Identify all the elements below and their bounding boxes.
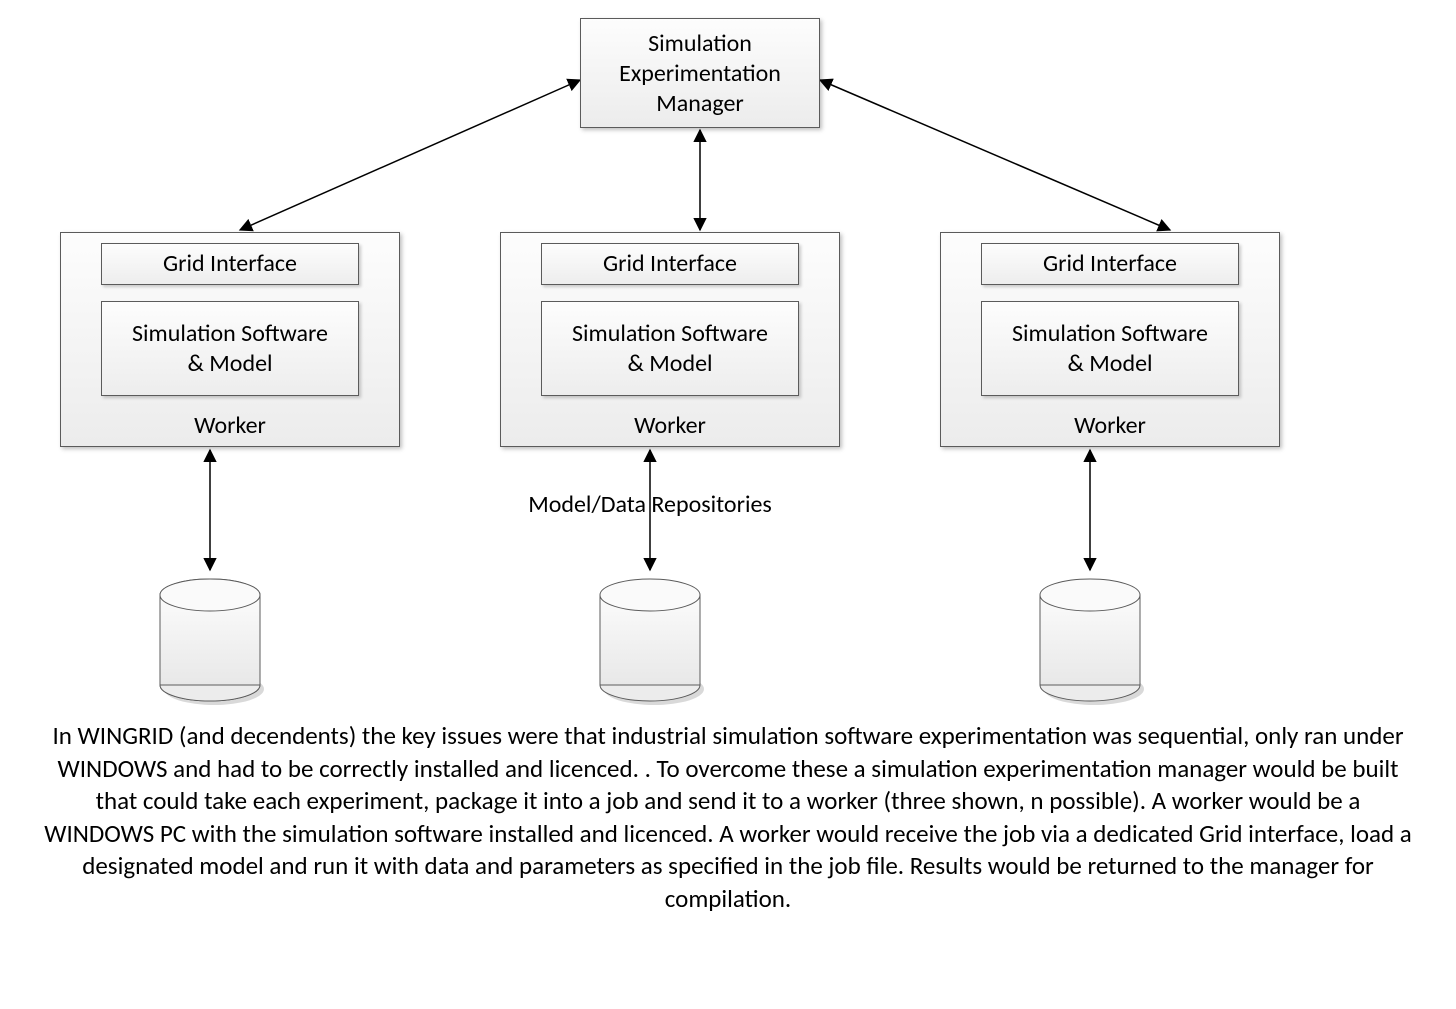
grid-interface-box: Grid Interface	[541, 243, 799, 285]
caption-text: In WINGRID (and decendents) the key issu…	[40, 720, 1416, 915]
simulation-software-box: Simulation Software & Model	[101, 301, 359, 396]
simulation-software-box: Simulation Software & Model	[981, 301, 1239, 396]
simulation-software-label: Simulation Software & Model	[1012, 319, 1208, 379]
repositories-label: Model/Data Repositories	[510, 490, 790, 519]
grid-interface-label: Grid Interface	[603, 249, 737, 279]
manager-label: Simulation Experimentation Manager	[581, 29, 819, 119]
grid-interface-label: Grid Interface	[163, 249, 297, 279]
worker-title: Worker	[941, 411, 1279, 440]
worker-title: Worker	[61, 411, 399, 440]
simulation-software-label: Simulation Software & Model	[132, 319, 328, 379]
worker-box: Grid Interface Simulation Software & Mod…	[940, 232, 1280, 447]
repository-cylinder	[1040, 579, 1144, 705]
grid-interface-label: Grid Interface	[1043, 249, 1177, 279]
simulation-software-box: Simulation Software & Model	[541, 301, 799, 396]
repository-cylinder	[160, 579, 264, 705]
grid-interface-box: Grid Interface	[981, 243, 1239, 285]
repository-cylinder	[600, 579, 704, 705]
simulation-software-label: Simulation Software & Model	[572, 319, 768, 379]
worker-box: Grid Interface Simulation Software & Mod…	[60, 232, 400, 447]
worker-box: Grid Interface Simulation Software & Mod…	[500, 232, 840, 447]
grid-interface-box: Grid Interface	[101, 243, 359, 285]
manager-box: Simulation Experimentation Manager	[580, 18, 820, 128]
worker-title: Worker	[501, 411, 839, 440]
